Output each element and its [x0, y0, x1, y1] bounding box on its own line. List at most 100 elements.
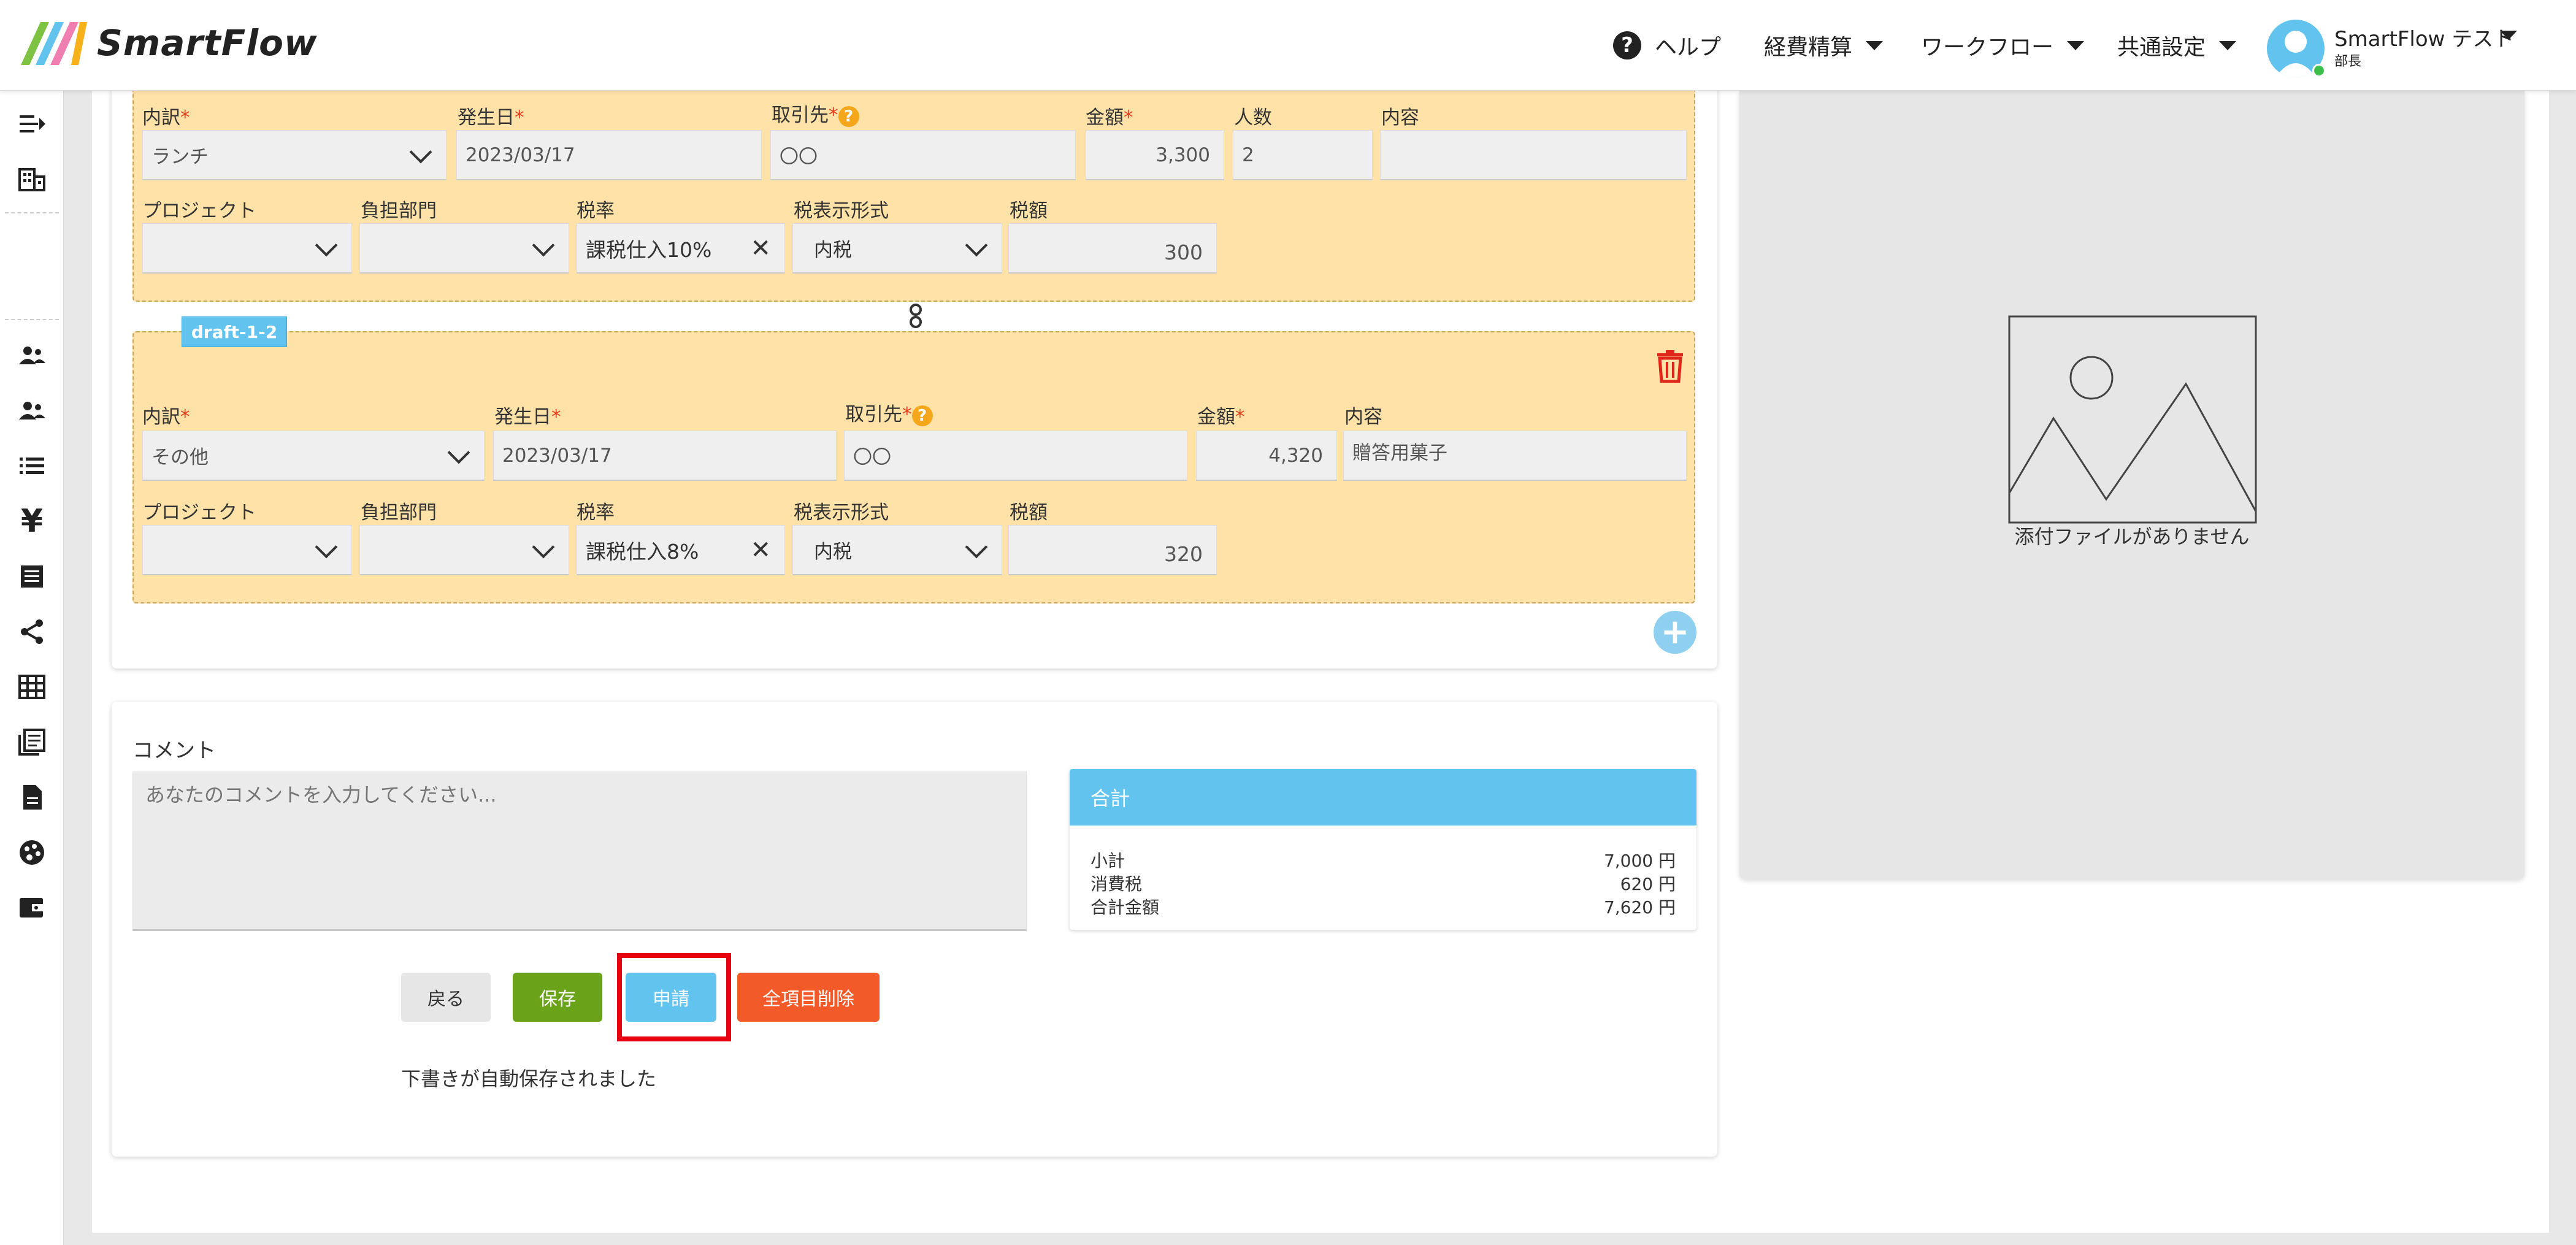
- brand-name[interactable]: SmartFlow: [97, 22, 318, 65]
- list-icon[interactable]: [13, 448, 50, 485]
- chevron-down-icon: [315, 535, 338, 559]
- no-attachment-text: 添付ファイルがありません: [2014, 525, 2250, 548]
- caret-down-icon: [2500, 31, 2517, 40]
- amount-label: 金額*: [1086, 107, 1133, 129]
- tax-display-value: 内税: [814, 541, 852, 563]
- delete-all-button[interactable]: 全項目削除: [737, 973, 880, 1022]
- trash-icon[interactable]: [1655, 350, 1685, 383]
- department-label: 負担部門: [361, 200, 437, 222]
- help-circle-icon: ?: [1613, 31, 1641, 59]
- chevron-down-icon: [965, 535, 988, 559]
- tax-display-select[interactable]: 内税: [792, 223, 1002, 274]
- clear-x-icon[interactable]: ✕: [750, 536, 771, 564]
- department-select[interactable]: [359, 525, 569, 575]
- help-question-icon[interactable]: ?: [838, 105, 859, 127]
- date-label: 発生日*: [458, 107, 524, 129]
- content-field[interactable]: [1380, 130, 1687, 180]
- amount-field[interactable]: 3,300: [1086, 130, 1224, 180]
- tax-display-label: 税表示形式: [794, 200, 889, 222]
- caret-down-icon: [2219, 40, 2237, 50]
- back-button[interactable]: 戻る: [401, 973, 491, 1022]
- users-icon[interactable]: [13, 337, 50, 374]
- chevron-down-icon: [315, 234, 338, 257]
- brand-logo-icon[interactable]: [18, 18, 87, 66]
- subtotal-value: 7,000 円: [1603, 851, 1676, 871]
- nav-help[interactable]: ? ヘルプ: [1613, 27, 1721, 64]
- breakdown-select[interactable]: その他: [142, 431, 485, 481]
- content-field[interactable]: 贈答用菓子: [1343, 431, 1687, 481]
- tax-display-select[interactable]: 内税: [792, 525, 1002, 575]
- plus-icon: +: [1660, 612, 1690, 652]
- date-field[interactable]: 2023/03/17: [493, 431, 837, 481]
- nav-common-settings[interactable]: 共通設定: [2117, 27, 2237, 64]
- people-field[interactable]: 2: [1233, 130, 1373, 180]
- project-select[interactable]: [142, 525, 352, 575]
- wallet-icon[interactable]: [13, 889, 50, 926]
- nav-expense[interactable]: 経費精算: [1764, 27, 1884, 64]
- table-icon[interactable]: [13, 668, 50, 705]
- grand-total-value: 7,620 円: [1603, 897, 1676, 917]
- link-chain-icon: [907, 303, 925, 329]
- tax-rate-label: 税率: [577, 200, 615, 222]
- vendor-field[interactable]: 〇〇: [770, 130, 1076, 180]
- online-status-icon: [2312, 64, 2326, 77]
- vendor-field[interactable]: 〇〇: [844, 431, 1187, 481]
- amount-label: 金額*: [1197, 406, 1245, 428]
- add-line-button[interactable]: +: [1654, 611, 1696, 654]
- palette-icon[interactable]: [13, 834, 50, 871]
- project-select[interactable]: [142, 223, 352, 274]
- department-label: 負担部門: [361, 502, 437, 524]
- sidebar: ¥: [0, 91, 64, 1245]
- user-menu[interactable]: SmartFlow テスト 部長: [2267, 17, 2524, 79]
- user-group-icon[interactable]: [13, 393, 50, 429]
- chevron-down-icon: [532, 535, 555, 559]
- receipt-icon[interactable]: [13, 558, 50, 595]
- content-label: 内容: [1344, 406, 1382, 428]
- tax-rate-value: 課税仕入8%: [586, 539, 699, 564]
- nav-expense-label: 経費精算: [1764, 35, 1853, 60]
- help-question-icon[interactable]: ?: [911, 405, 933, 426]
- amount-field[interactable]: 4,320: [1196, 431, 1337, 481]
- chevron-down-icon: [409, 140, 432, 164]
- chevron-down-icon: [965, 234, 988, 257]
- breakdown-label: 内訳*: [142, 107, 190, 129]
- user-name: SmartFlow テスト: [2334, 27, 2515, 52]
- caret-down-icon: [2067, 40, 2085, 50]
- company-icon[interactable]: [13, 161, 50, 197]
- sidebar-divider: [5, 319, 59, 320]
- consumption-tax-value: 620 円: [1620, 874, 1676, 894]
- expense-line: 内訳* 発生日* 取引先*? 金額* 人数 内容 ランチ 2023/03/17 …: [132, 86, 1695, 302]
- share-icon[interactable]: [13, 613, 50, 650]
- save-button[interactable]: 保存: [513, 973, 602, 1022]
- document-list-icon[interactable]: [13, 724, 50, 760]
- yen-icon[interactable]: ¥: [13, 503, 50, 540]
- clear-x-icon[interactable]: ✕: [750, 234, 771, 262]
- people-label: 人数: [1234, 107, 1272, 129]
- collapse-menu-icon[interactable]: [13, 105, 50, 142]
- nav-workflow[interactable]: ワークフロー: [1921, 27, 2085, 64]
- tax-rate-select[interactable]: 課税仕入10% ✕: [577, 223, 785, 274]
- chevron-down-icon: [532, 234, 555, 257]
- comment-label: コメント: [132, 738, 216, 763]
- vendor-label: 取引先*?: [772, 99, 859, 127]
- comment-input[interactable]: [132, 772, 1027, 931]
- nav-help-label: ヘルプ: [1655, 35, 1722, 60]
- project-label: プロジェクト: [142, 200, 256, 222]
- tax-display-label: 税表示形式: [794, 502, 889, 524]
- breakdown-select[interactable]: ランチ: [142, 130, 447, 180]
- tax-field[interactable]: 320: [1008, 525, 1217, 575]
- autosave-status: 下書きが自動保存されました: [401, 1067, 657, 1090]
- nav-workflow-label: ワークフロー: [1921, 35, 2054, 60]
- summary-box: 合計 小計 7,000 円 消費税 620 円 合計金額 7,620 円: [1070, 769, 1696, 930]
- tax-rate-select[interactable]: 課税仕入8% ✕: [577, 525, 785, 575]
- file-icon[interactable]: [13, 779, 50, 816]
- date-field[interactable]: 2023/03/17: [456, 130, 762, 180]
- tax-label: 税額: [1010, 502, 1048, 524]
- tax-field[interactable]: 300: [1008, 223, 1217, 274]
- tax-label: 税額: [1010, 200, 1048, 222]
- vendor-label: 取引先*?: [845, 399, 933, 426]
- department-select[interactable]: [359, 223, 569, 274]
- apply-button[interactable]: 申請: [626, 973, 716, 1022]
- content-label: 内容: [1381, 107, 1419, 129]
- tax-rate-value: 課税仕入10%: [586, 237, 712, 262]
